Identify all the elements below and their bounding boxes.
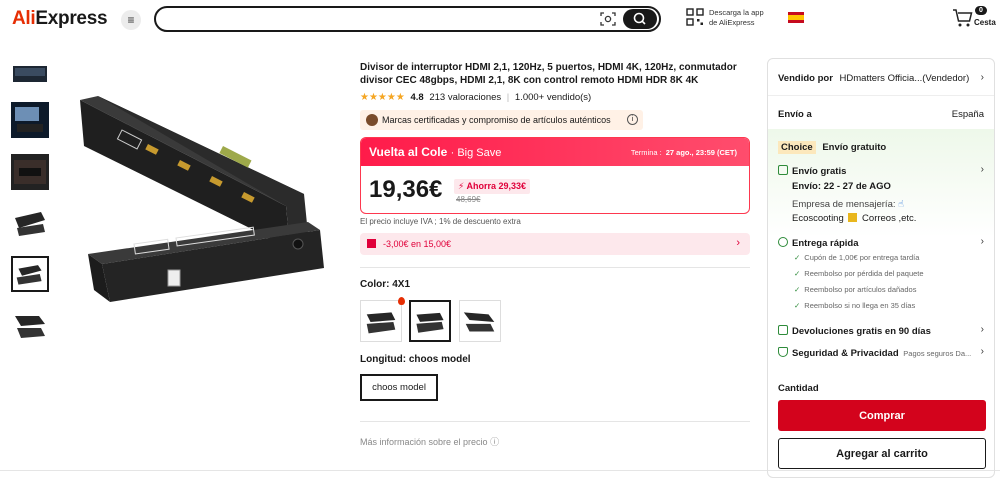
cart-icon[interactable] — [952, 8, 974, 28]
color-variant-1[interactable] — [360, 300, 402, 342]
delivery-dates: Envío: 22 - 27 de AGO — [792, 181, 891, 192]
purchase-panel: Vendido por HDmatters Officia...(Vendedo… — [767, 58, 995, 478]
rating-stars: ★★★★★ — [360, 92, 405, 103]
truck-icon — [778, 165, 788, 175]
main-product-image[interactable] — [58, 58, 348, 328]
camera-search-icon[interactable] — [600, 12, 616, 26]
clock-icon — [778, 237, 788, 247]
chevron-right-icon: › — [980, 72, 984, 83]
qr-code-icon[interactable] — [686, 8, 704, 26]
rating-score: 4.8 — [410, 92, 424, 103]
thumbnail-4[interactable] — [11, 206, 49, 242]
info-icon[interactable]: i — [627, 114, 638, 125]
thumbnail-5-selected[interactable] — [11, 256, 49, 292]
thumbnail-2[interactable] — [11, 102, 49, 138]
shield-icon — [778, 347, 788, 357]
quantity-label: Cantidad — [778, 383, 819, 394]
tax-note: El precio incluye IVA ; 1% de descuento … — [360, 217, 521, 226]
chevron-right-icon: › — [980, 324, 984, 335]
buy-now-button[interactable]: Comprar — [778, 400, 986, 431]
coupon-tag-icon — [367, 239, 376, 248]
more-price-info-link[interactable]: Más información sobre el precio ⓘ — [360, 435, 499, 448]
cart-count-badge: 0 — [975, 6, 987, 15]
search-input[interactable] — [166, 10, 596, 28]
guarantee-bullet: Reembolso por artículos dañados — [794, 285, 916, 294]
promo-countdown: Termina :27 ago., 23:59 (CET) — [630, 148, 737, 157]
hand-icon: ☝ — [898, 199, 904, 210]
chevron-right-icon: › — [980, 164, 984, 175]
promo-name: Vuelta al Cole · Big Save — [369, 145, 502, 159]
search-bar — [154, 6, 661, 32]
chevron-right-icon: › — [980, 236, 984, 247]
coupon-text: -3,00€ en 15,00€ — [383, 239, 452, 249]
top-header: AliExpress ≡ Descarga la app de AliExpre… — [0, 0, 1000, 40]
rating-separator: | — [506, 92, 510, 103]
app-line-1: Descarga la app — [709, 8, 764, 17]
color-label: Color: 4X1 — [360, 279, 411, 290]
security-row[interactable]: Seguridad & Privacidad Pagos seguros Da.… — [778, 347, 971, 359]
spain-flag-icon[interactable] — [788, 12, 804, 23]
choice-badge: Choice — [778, 141, 816, 154]
product-title: Divisor de interruptor HDMI 2,1, 120Hz, … — [360, 62, 737, 86]
current-price: 19,36€ — [369, 176, 443, 203]
guarantee-bullet: Reembolso si no llega en 35 días — [794, 301, 915, 310]
thumbnail-3[interactable] — [11, 154, 49, 190]
fast-delivery-label: Entrega rápida — [792, 238, 859, 249]
free-shipping-title: Envío gratis — [792, 166, 847, 177]
seller-name[interactable]: HDmatters Officia...(Vendedor) — [840, 73, 970, 84]
brand-guarantee-text: Marcas certificadas y compromiso de artí… — [382, 115, 611, 125]
saving-badge: ⚡ Ahorra 29,33€ — [454, 179, 531, 194]
original-price: 48,69€ — [456, 195, 481, 204]
thumbnail-6[interactable] — [11, 308, 49, 344]
promo-price-box: Vuelta al Cole · Big Save Termina :27 ag… — [360, 137, 750, 214]
verified-badge-icon — [366, 114, 378, 126]
search-icon — [633, 12, 646, 25]
free-shipping-text: Envío gratuito — [822, 142, 887, 153]
guarantee-bullet: Reembolso por pérdida del paquete — [794, 269, 923, 278]
chevron-right-icon: › — [736, 237, 740, 249]
cart-label[interactable]: Cesta — [974, 18, 996, 27]
search-button[interactable] — [623, 9, 657, 29]
ship-to-label: Envío a — [778, 109, 812, 120]
length-label: Longitud: choos model — [360, 354, 471, 365]
seller-label: Vendido por — [778, 73, 833, 84]
thumbnail-1[interactable] — [11, 58, 49, 94]
add-to-cart-button[interactable]: Agregar al carrito — [778, 438, 986, 469]
ship-to-country[interactable]: España — [952, 109, 984, 120]
download-app-link[interactable]: Descarga la app de AliExpress — [709, 8, 764, 28]
fast-delivery-row[interactable]: Entrega rápida — [778, 237, 859, 249]
divider — [360, 421, 750, 422]
hot-fire-icon — [398, 297, 405, 305]
choice-row: Choice Envío gratuito — [778, 141, 886, 154]
brand-guarantee-banner[interactable]: Marcas certificadas y compromiso de artí… — [360, 110, 643, 130]
rating-count[interactable]: 213 valoraciones — [429, 92, 501, 103]
return-box-icon — [778, 325, 788, 335]
returns-row[interactable]: Devoluciones gratis en 90 días — [778, 325, 931, 337]
guarantee-bullet: Cupón de 1,00€ por entrega tardía — [794, 253, 919, 262]
courier-label: Empresa de mensajería: ☝ — [792, 199, 904, 210]
free-shipping-row[interactable]: Envío gratis — [778, 165, 846, 177]
courier-logo-icon — [848, 213, 858, 222]
aliexpress-logo[interactable]: AliExpress — [12, 8, 108, 30]
color-variant-4x1-selected[interactable] — [409, 300, 451, 342]
coupon-banner[interactable]: -3,00€ en 15,00€ › — [360, 233, 750, 255]
app-line-2: de AliExpress — [709, 18, 755, 27]
divider — [768, 95, 994, 96]
courier-list: Ecoscooting Correos ,etc. — [792, 213, 917, 224]
color-variant-3[interactable] — [459, 300, 501, 342]
security-label: Seguridad & Privacidad — [792, 348, 899, 359]
promo-banner: Vuelta al Cole · Big Save Termina :27 ag… — [361, 138, 749, 166]
divider — [360, 267, 750, 268]
sold-count: 1.000+ vendido(s) — [514, 92, 592, 103]
menu-icon[interactable]: ≡ — [121, 10, 141, 30]
security-subtext: Pagos seguros Da... — [903, 349, 972, 358]
length-option-choos-model[interactable]: choos model — [360, 374, 438, 401]
chevron-right-icon: › — [980, 346, 984, 357]
returns-label: Devoluciones gratis en 90 días — [792, 326, 931, 337]
rating-row: ★★★★★ 4.8 213 valoraciones | 1.000+ vend… — [360, 92, 591, 103]
seller-row[interactable]: Vendido por HDmatters Officia...(Vendedo… — [778, 73, 969, 84]
